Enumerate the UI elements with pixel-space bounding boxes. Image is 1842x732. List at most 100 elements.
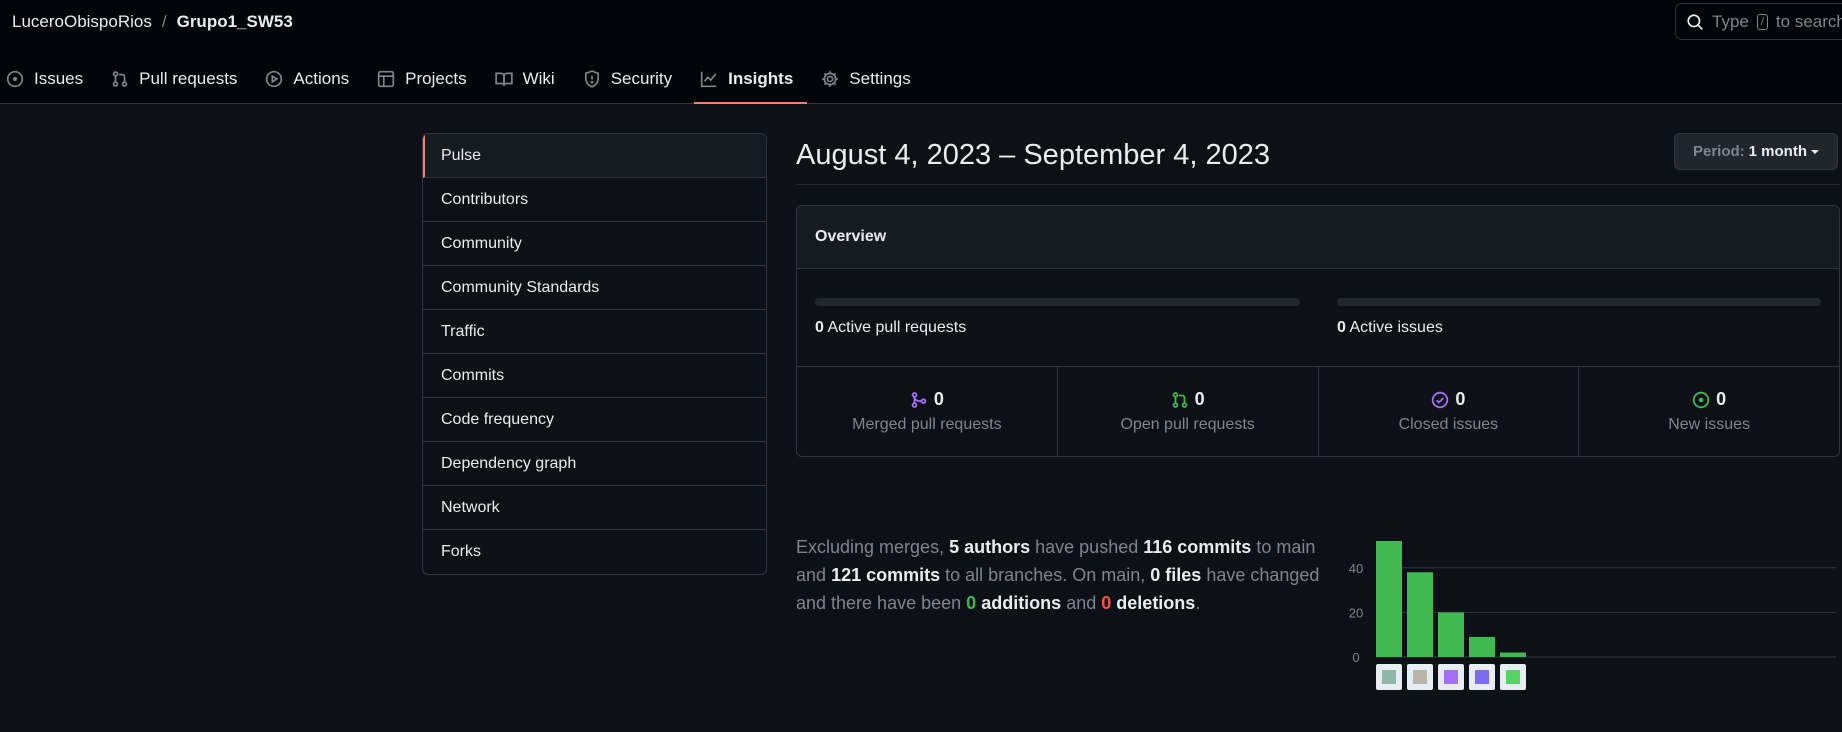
tab-label: Security — [610, 69, 673, 88]
active-issues-stat[interactable]: 0 Active issues — [1337, 319, 1443, 337]
pulse-main: August 4, 2023 – September 4, 2023 Perio… — [796, 133, 1840, 690]
tab-label: Projects — [405, 69, 467, 88]
table-icon — [378, 70, 395, 88]
commit-bar — [1438, 612, 1464, 657]
tab-label: Wiki — [522, 69, 555, 88]
period-header: August 4, 2023 – September 4, 2023 Perio… — [796, 133, 1840, 185]
breadcrumb: LuceroObispoRios / Grupo1_SW53 — [12, 12, 293, 32]
avatar-pattern — [1475, 670, 1489, 684]
sidebar-item-community-standards[interactable]: Community Standards — [423, 266, 766, 310]
graph-icon — [700, 71, 717, 88]
repo-header: LuceroObispoRios / Grupo1_SW53 Type / to… — [0, 0, 1842, 104]
tab-security[interactable]: Security — [577, 58, 686, 100]
gear-icon — [822, 71, 839, 87]
search-input[interactable]: Type / to search — [1675, 3, 1842, 40]
y-tick-label: 20 — [1349, 605, 1363, 620]
book-icon — [494, 72, 513, 86]
issue-opened-icon — [1692, 391, 1710, 408]
search-placeholder-suffix: to search — [1775, 11, 1842, 31]
search-placeholder-prefix: Type — [1712, 11, 1749, 31]
sidebar-item-pulse[interactable]: Pulse — [423, 134, 766, 178]
insights-sidebar: Pulse Contributors Community Community S… — [422, 133, 767, 575]
additions-count: 0 — [966, 593, 977, 613]
page-title: August 4, 2023 – September 4, 2023 — [796, 139, 1271, 171]
summary-text: . — [1195, 593, 1201, 613]
new-issues-count: 0 — [1716, 389, 1727, 409]
commit-summary: Excluding merges, 5 authors have pushed … — [796, 533, 1326, 617]
y-tick-label: 0 — [1352, 650, 1359, 665]
sidebar-item-network[interactable]: Network — [423, 486, 766, 530]
commit-bar-chart: 0 20 40 — [1349, 541, 1836, 690]
shield-icon — [584, 70, 599, 88]
search-shortcut-key: / — [1756, 13, 1768, 30]
tab-settings[interactable]: Settings — [815, 58, 924, 100]
closed-issues-count: 0 — [1455, 389, 1466, 409]
tab-wiki[interactable]: Wiki — [489, 58, 569, 100]
sidebar-item-code-frequency[interactable]: Code frequency — [423, 398, 766, 442]
sidebar-item-commits[interactable]: Commits — [423, 354, 766, 398]
tab-pull-requests[interactable]: Pull requests — [105, 58, 251, 100]
overview-counts: 0 Merged pull requests 0 Open pull reque… — [797, 367, 1839, 456]
commit-bar — [1500, 652, 1526, 657]
git-merge-icon — [911, 391, 927, 408]
repo-tabs: Issues Pull requests Actions Projects Wi… — [0, 58, 933, 104]
issue-closed-icon — [1432, 391, 1449, 408]
commit-bar — [1407, 572, 1433, 657]
main-commits-count: 116 commits — [1143, 537, 1252, 557]
overview-activity: 0 Active pull requests 0 Active issues — [797, 269, 1839, 367]
tab-label: Issues — [34, 69, 84, 88]
active-prs-bar — [815, 298, 1300, 306]
sidebar-item-dependency-graph[interactable]: Dependency graph — [423, 442, 766, 486]
closed-issues-cell[interactable]: 0 Closed issues — [1319, 367, 1580, 456]
authors-commit-chart: 0 20 40 — [1336, 489, 1840, 699]
new-issues-cell[interactable]: 0 New issues — [1579, 367, 1839, 456]
tab-projects[interactable]: Projects — [371, 58, 480, 100]
avatar-pattern — [1444, 670, 1458, 684]
tab-label: Settings — [849, 69, 911, 88]
active-prs-label: Active pull requests — [827, 319, 967, 336]
additions-word: additions — [981, 593, 1062, 613]
open-prs-label: Open pull requests — [1120, 416, 1255, 433]
active-issues-count: 0 — [1337, 319, 1346, 336]
commit-bar — [1376, 541, 1402, 657]
period-button-prefix: Period: — [1692, 143, 1745, 160]
active-prs-count: 0 — [815, 319, 824, 336]
issue-opened-icon — [6, 70, 24, 88]
commit-bar — [1469, 636, 1495, 657]
tab-label: Actions — [293, 69, 350, 88]
files-count: 0 files — [1150, 565, 1202, 585]
sidebar-item-forks[interactable]: Forks — [423, 530, 766, 574]
overview-heading: Overview — [797, 206, 1839, 269]
owner-link[interactable]: LuceroObispoRios — [12, 12, 152, 32]
summary-text: and — [1066, 593, 1097, 613]
summary-text: have pushed — [1035, 537, 1139, 557]
active-prs-stat[interactable]: 0 Active pull requests — [815, 319, 966, 337]
merged-prs-count: 0 — [933, 389, 944, 409]
sidebar-item-traffic[interactable]: Traffic — [423, 310, 766, 354]
period-select-button[interactable]: Period: 1 month — [1673, 133, 1838, 170]
merged-prs-cell[interactable]: 0 Merged pull requests — [797, 367, 1058, 456]
open-prs-cell[interactable]: 0 Open pull requests — [1058, 367, 1319, 456]
search-icon — [1687, 13, 1703, 30]
y-tick-label: 40 — [1349, 561, 1363, 576]
tab-issues[interactable]: Issues — [0, 58, 97, 100]
sidebar-item-contributors[interactable]: Contributors — [423, 178, 766, 222]
avatar-pattern — [1382, 670, 1396, 684]
repo-link[interactable]: Grupo1_SW53 — [177, 12, 293, 32]
deletions-word: deletions — [1116, 593, 1196, 613]
authors-count[interactable]: 5 authors — [949, 537, 1030, 557]
period-button-value: 1 month — [1748, 143, 1807, 160]
merged-prs-label: Merged pull requests — [852, 416, 1002, 433]
active-issues-label: Active issues — [1349, 319, 1443, 336]
tab-actions[interactable]: Actions — [259, 58, 363, 100]
closed-issues-label: Closed issues — [1398, 416, 1499, 433]
git-pull-request-icon — [1172, 391, 1187, 408]
summary-text: to all branches. On main, — [945, 565, 1146, 585]
tab-label: Pull requests — [139, 69, 238, 88]
all-commits-count: 121 commits — [831, 565, 941, 585]
deletions-count: 0 — [1101, 593, 1112, 613]
tab-insights[interactable]: Insights — [694, 58, 808, 104]
summary-text: Excluding merges, — [796, 537, 945, 557]
active-issues-bar — [1337, 298, 1821, 306]
sidebar-item-community[interactable]: Community — [423, 222, 766, 266]
